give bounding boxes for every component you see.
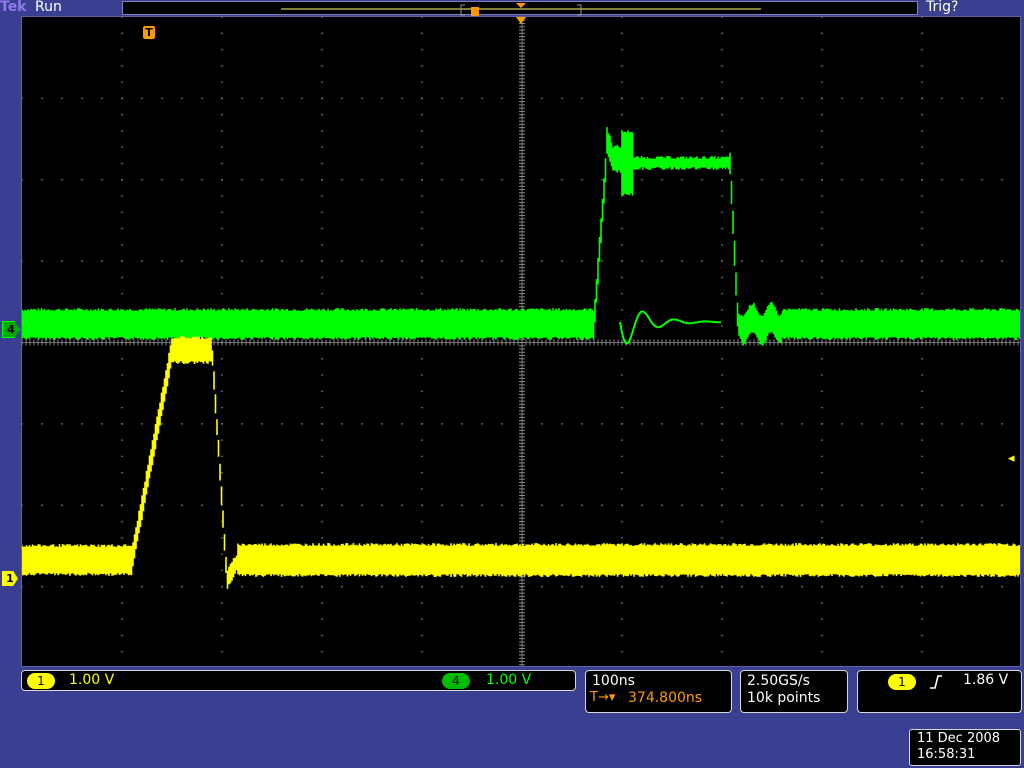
- sample-rate: 2.50GS/s: [747, 673, 810, 689]
- ch4-ground-marker[interactable]: 4: [2, 321, 20, 338]
- time-label: 16:58:31: [917, 747, 976, 762]
- view-bracket-left: [460, 4, 465, 16]
- ch1-badge: 1: [27, 673, 55, 689]
- ch1-scale[interactable]: 1.00 V: [69, 672, 114, 688]
- ch4-ground-label: 4: [7, 323, 15, 336]
- waveform-area: [22, 127, 1020, 589]
- waveform-display[interactable]: T ◂: [21, 16, 1021, 667]
- timebase-readout[interactable]: 100ns T→▾ 374.800ns: [585, 670, 732, 713]
- record-view-graphic: [281, 3, 761, 16]
- view-bracket-right: [577, 4, 582, 16]
- record-view-bar[interactable]: [122, 1, 918, 16]
- delay-icon: T→▾: [590, 690, 616, 705]
- ch1-waveform: [22, 336, 1020, 589]
- ch1-ground-label: 1: [6, 572, 14, 585]
- datetime-readout: 11 Dec 2008 16:58:31: [909, 729, 1021, 766]
- trigger-readout[interactable]: 1 1.86 V: [857, 670, 1022, 713]
- ch4-waveform: [22, 127, 1020, 346]
- ch4-badge: 4: [442, 673, 470, 689]
- trigger-level-marker[interactable]: ◂: [1008, 451, 1015, 466]
- rising-edge-icon: [930, 675, 942, 689]
- trigger-source-badge: 1: [888, 674, 916, 690]
- brand-logo: Tek: [0, 0, 27, 15]
- channel-readout[interactable]: 1 1.00 V 4 1.00 V: [21, 670, 576, 691]
- acquisition-state[interactable]: Run: [35, 0, 62, 15]
- trigger-position-icon: T: [145, 26, 153, 39]
- expansion-point-icon: [516, 3, 526, 8]
- record-length: 10k points: [747, 690, 821, 706]
- delay-value[interactable]: 374.800ns: [628, 690, 702, 706]
- ch1-ground-marker[interactable]: 1: [2, 571, 18, 586]
- acquisition-readout[interactable]: 2.50GS/s 10k points: [740, 670, 848, 713]
- timebase-scale[interactable]: 100ns: [592, 673, 635, 689]
- trigger-point-icon: [471, 7, 479, 16]
- date-label: 11 Dec 2008: [917, 731, 1001, 746]
- trigger-status: Trig?: [926, 0, 959, 15]
- expansion-marker-icon: [516, 17, 526, 24]
- trigger-position-marker[interactable]: T: [143, 26, 155, 39]
- ch4-scale[interactable]: 1.00 V: [486, 672, 531, 688]
- trigger-level[interactable]: 1.86 V: [963, 672, 1008, 688]
- ch4-ringing: [619, 310, 721, 345]
- status-bar: Tek Run Trig?: [0, 0, 1024, 16]
